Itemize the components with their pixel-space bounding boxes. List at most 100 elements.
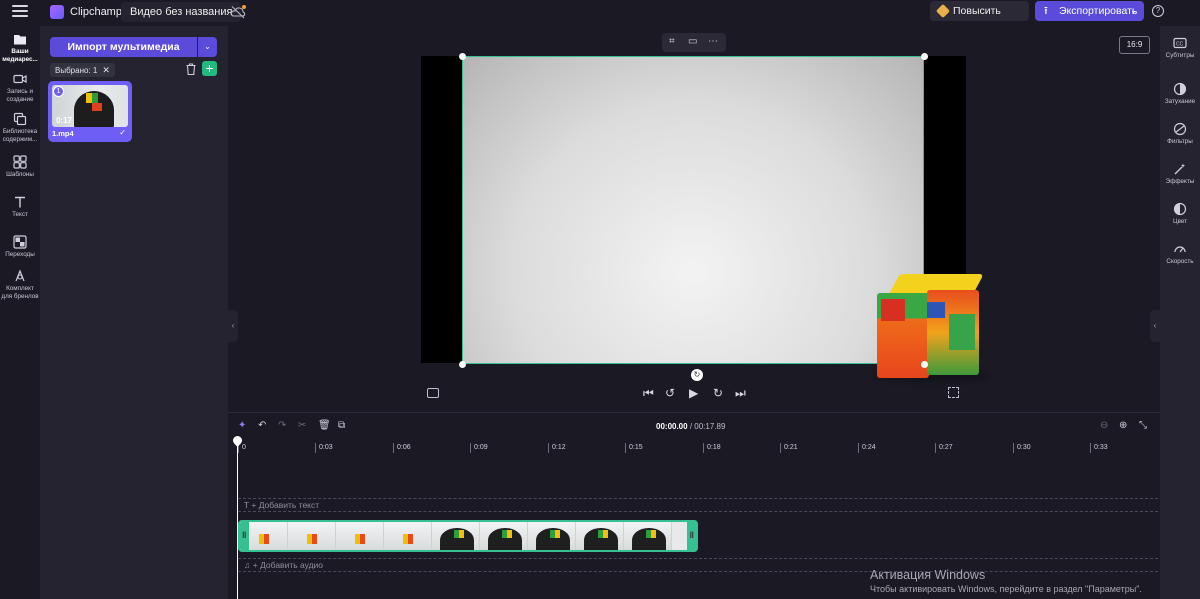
ruler-tick: 0:27: [935, 443, 953, 453]
cloud-sync-off-icon[interactable]: [230, 5, 246, 19]
rail-item-brand-kit[interactable]: Комплект для бренлов: [0, 269, 40, 300]
rewind-5s-icon[interactable]: ↺: [665, 386, 675, 400]
speed-icon: [1174, 246, 1186, 253]
zoom-in-icon[interactable]: ⊕: [1119, 420, 1127, 431]
menu-icon[interactable]: [12, 5, 28, 19]
player-controls: ⏮ ↺ ▶ ↻ ⏭: [643, 386, 751, 402]
selection-count-label: Выбрано: 1: [55, 66, 98, 75]
video-clip[interactable]: ‖ ‖: [238, 520, 698, 552]
rail-item-label: Комплект для бренлов: [1, 285, 39, 300]
collapse-left-panel-button[interactable]: ‹: [228, 310, 238, 342]
rail-item-filters[interactable]: Фильтры: [1160, 122, 1200, 146]
rail-item-content-library[interactable]: Библиотека содержим...: [0, 112, 40, 143]
text-icon: [15, 196, 25, 208]
captions-toggle-icon[interactable]: [427, 388, 439, 398]
rotate-handle-icon[interactable]: ↻: [691, 369, 703, 381]
fullscreen-icon[interactable]: [948, 387, 959, 398]
playhead[interactable]: [237, 437, 238, 599]
forward-5s-icon[interactable]: ↻: [713, 386, 723, 400]
brand-kit-icon: [15, 269, 25, 282]
fit-icon[interactable]: ▭: [688, 36, 697, 47]
ruler-tick: 0:33: [1090, 443, 1108, 453]
rail-item-fade[interactable]: Затухание: [1160, 82, 1200, 106]
timecode-display: 00:00.00 / 00:17.89: [656, 422, 725, 431]
rail-item-text[interactable]: Текст: [0, 195, 40, 219]
grip-icon: ‖: [689, 530, 694, 540]
clip-frame: [384, 522, 432, 550]
trash-icon[interactable]: [184, 62, 198, 76]
rail-item-record[interactable]: Запись и создание: [0, 72, 40, 103]
duplicate-icon[interactable]: ⧉: [338, 420, 345, 431]
rail-item-speed[interactable]: Скорость: [1160, 242, 1200, 266]
captions-icon: CC: [1173, 37, 1187, 49]
collapse-right-panel-button[interactable]: ‹: [1150, 310, 1160, 342]
clipchamp-editor: Clipchamp Видео без названия Повысить ст…: [0, 0, 1200, 599]
help-icon[interactable]: ?: [1152, 5, 1164, 17]
add-text-track[interactable]: T + Добавить текст: [238, 498, 1158, 512]
rail-item-label: Субтитры: [1165, 52, 1195, 59]
right-properties-rail: CC Субтитры Затухание Фильтры Эффекты Цв…: [1160, 26, 1200, 599]
import-media-button[interactable]: Импорт мультимедиа: [50, 37, 197, 57]
timeline-ruler[interactable]: 0 0:03 0:06 0:09 0:12 0:15 0:18 0:21 0:2…: [238, 443, 1158, 455]
windows-activation-title: Активация Windows: [870, 568, 986, 582]
aspect-ratio-button[interactable]: 16:9: [1119, 36, 1150, 54]
ruler-tick: 0:21: [780, 443, 798, 453]
export-button[interactable]: ⭱ Экспортировать ⌄: [1035, 1, 1144, 21]
color-icon: [1173, 202, 1187, 216]
media-item-card[interactable]: 1 0:17 1.mp4 ✓: [48, 81, 132, 142]
add-audio-track[interactable]: ♫ + Добавить аудио: [238, 558, 1158, 572]
skip-to-end-icon[interactable]: ⏭: [735, 386, 746, 401]
resize-handle-bottom-left[interactable]: [459, 361, 466, 368]
play-icon[interactable]: ▶: [689, 386, 698, 400]
filters-icon: [1173, 122, 1187, 136]
crop-icon[interactable]: ⌗: [669, 36, 675, 47]
music-note-icon: ♫: [244, 560, 253, 570]
rail-item-captions[interactable]: CC Субтитры: [1160, 36, 1200, 60]
video-frame[interactable]: [462, 56, 989, 382]
add-to-timeline-button[interactable]: +: [202, 61, 217, 76]
zoom-out-icon[interactable]: ⊖: [1100, 420, 1108, 431]
upgrade-button[interactable]: Повысить статус: [930, 1, 1029, 37]
skip-to-start-icon[interactable]: ⏮: [643, 386, 654, 401]
svg-text:CC: CC: [1176, 41, 1184, 47]
delete-icon[interactable]: 🗑: [318, 420, 331, 431]
split-scissors-icon[interactable]: ✂: [298, 420, 306, 431]
rail-item-effects[interactable]: Эффекты: [1160, 162, 1200, 186]
rail-item-label: Ваши медиарес...: [2, 48, 38, 63]
left-navigation-rail: Ваши медиарес... Запись и создание Библи…: [0, 26, 40, 599]
rail-item-your-media[interactable]: Ваши медиарес...: [0, 32, 40, 63]
clip-frame: [528, 522, 576, 550]
undo-icon[interactable]: ↶: [258, 420, 266, 431]
rail-item-templates[interactable]: Шаблоны: [0, 155, 40, 179]
ruler-tick: 0:24: [858, 443, 876, 453]
selection-chip[interactable]: Выбрано: 1 ✕: [50, 63, 115, 77]
rail-item-label: Затухание: [1164, 98, 1196, 105]
gem-icon: [935, 3, 951, 19]
check-icon: ✓: [119, 128, 126, 137]
rail-item-label: Шаблоны: [6, 171, 34, 178]
redo-icon[interactable]: ↷: [278, 420, 286, 431]
rail-item-label: Скорость: [1166, 258, 1194, 265]
clip-frame: [480, 522, 528, 550]
add-audio-label: + Добавить аудио: [252, 560, 324, 570]
app-name: Clipchamp: [70, 6, 122, 18]
ruler-tick: 0:12: [548, 443, 566, 453]
resize-handle-bottom-right[interactable]: [921, 361, 928, 368]
more-options-icon[interactable]: ⋯: [708, 36, 718, 47]
chevron-down-icon: ⌄: [1130, 6, 1137, 15]
rail-item-label: Фильтры: [1167, 138, 1193, 145]
rail-item-label: Библиотека содержим...: [2, 128, 38, 143]
rail-item-color[interactable]: Цвет: [1160, 202, 1200, 226]
library-icon: [13, 112, 27, 126]
rail-item-transitions[interactable]: Переходы: [0, 235, 40, 259]
fade-icon: [1173, 82, 1187, 96]
magic-wand-icon[interactable]: ✦: [238, 420, 246, 431]
resize-handle-top-left[interactable]: [459, 53, 466, 60]
close-icon[interactable]: ✕: [102, 65, 110, 75]
clip-frame: [288, 522, 336, 550]
import-dropdown-button[interactable]: ⌄: [198, 37, 217, 57]
zoom-to-fit-icon[interactable]: ⤡: [1139, 420, 1147, 431]
add-text-label: + Добавить текст: [251, 500, 320, 510]
resize-handle-top-right[interactable]: [921, 53, 928, 60]
project-title-field[interactable]: Видео без названия: [121, 2, 242, 22]
